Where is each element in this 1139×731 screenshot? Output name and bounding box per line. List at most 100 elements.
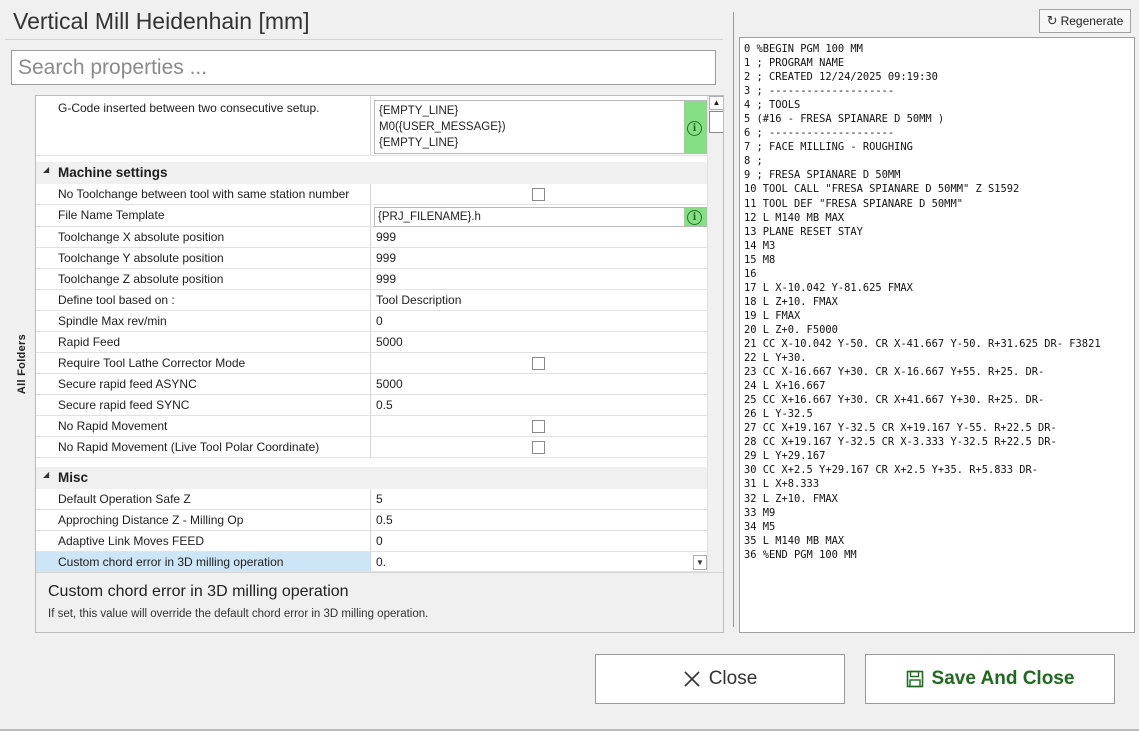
property-row[interactable]: Default Operation Safe Z 5 [36, 489, 707, 510]
close-button[interactable]: Close [595, 654, 845, 704]
property-label: Custom chord error in 3D milling operati… [36, 552, 371, 572]
property-value[interactable]: 999 [371, 248, 707, 269]
property-row[interactable]: Adaptive Link Moves FEED 0 [36, 531, 707, 552]
code-line: 5 (#16 - FRESA SPIANARE D 50MM ) [744, 113, 945, 126]
category-misc[interactable]: ◢ Misc [36, 467, 707, 489]
panel-splitter[interactable] [733, 12, 734, 627]
code-line: 10 TOOL CALL "FRESA SPIANARE D 50MM" Z S… [744, 183, 1020, 196]
property-grid: G-Code inserted between two consecutive … [35, 95, 724, 633]
property-row[interactable]: Toolchange Z absolute position 999 [36, 269, 707, 290]
property-label: Adaptive Link Moves FEED [36, 531, 371, 552]
code-line: 23 CC X-16.667 Y+30. CR X-16.667 Y+55. R… [744, 366, 1045, 379]
code-line: 7 ; FACE MILLING - ROUGHING [744, 141, 913, 154]
collapse-triangle-icon[interactable]: ◢ [43, 164, 49, 176]
property-row[interactable]: No Rapid Movement [36, 416, 707, 437]
no-toolchange-checkbox[interactable] [532, 188, 545, 201]
property-row-gcode-between-setup[interactable]: G-Code inserted between two consecutive … [36, 96, 707, 156]
property-label: Toolchange X absolute position [36, 227, 371, 248]
regenerate-label: Regenerate [1060, 14, 1124, 28]
close-label: Close [708, 668, 758, 689]
no-rapid-polar-checkbox[interactable] [532, 441, 545, 454]
property-grid-scrollbar[interactable]: ▲ [707, 96, 723, 572]
code-line: 0 %BEGIN PGM 100 MM [744, 43, 863, 55]
macro-helper-strip: i [684, 101, 706, 153]
property-value[interactable]: 5 [371, 489, 707, 510]
property-row[interactable]: Define tool based on : Tool Description [36, 290, 707, 311]
code-line: 6 ; -------------------- [744, 127, 895, 140]
property-row[interactable]: Toolchange Y absolute position 999 [36, 248, 707, 269]
collapse-triangle-icon[interactable]: ◢ [43, 469, 49, 481]
code-line: 15 M8 [744, 253, 776, 266]
save-and-close-button[interactable]: Save And Close [865, 654, 1115, 704]
code-line: 31 L X+8.333 [744, 478, 820, 491]
property-value [371, 353, 707, 374]
chevron-down-icon[interactable]: ▼ [693, 555, 707, 570]
property-value[interactable]: 5000 [371, 374, 707, 395]
property-row[interactable]: Secure rapid feed ASYNC 5000 [36, 374, 707, 395]
code-line: 14 M3 [744, 239, 776, 252]
property-label: G-Code inserted between two consecutive … [36, 96, 371, 156]
code-line: 30 CC X+2.5 Y+29.167 CR X+2.5 Y+35. R+5.… [744, 464, 1039, 477]
code-line: 16 [744, 267, 757, 280]
description-text: If set, this value will override the def… [48, 608, 429, 620]
property-row-selected[interactable]: Custom chord error in 3D milling operati… [36, 552, 707, 572]
property-value[interactable]: 0 [371, 311, 707, 332]
property-row[interactable]: No Rapid Movement (Live Tool Polar Coord… [36, 437, 707, 458]
property-row[interactable]: Approching Distance Z - Milling Op 0.5 [36, 510, 707, 531]
property-row[interactable]: Spindle Max rev/min 0 [36, 311, 707, 332]
chord-error-input[interactable]: 0. [371, 552, 707, 572]
property-value[interactable]: 0.5 [371, 395, 707, 416]
code-line: 34 M5 [744, 520, 776, 533]
property-label: Spindle Max rev/min [36, 311, 371, 332]
gcode-between-setup-textarea[interactable]: {EMPTY_LINE} M0({USER_MESSAGE}) {EMPTY_L… [374, 100, 707, 154]
search-input[interactable] [11, 50, 716, 85]
info-icon[interactable]: i [687, 210, 702, 225]
property-value[interactable]: 0 [371, 531, 707, 552]
nc-code-preview[interactable]: 0 %BEGIN PGM 100 MM 1 ; PROGRAM NAME 2 ; C… [739, 37, 1135, 633]
property-value[interactable]: 999 [371, 269, 707, 290]
property-row[interactable]: Secure rapid feed SYNC 0.5 [36, 395, 707, 416]
file-name-template-input[interactable]: {PRJ_FILENAME}.h i [374, 207, 707, 227]
lathe-corrector-checkbox[interactable] [532, 357, 545, 370]
property-label: File Name Template [36, 205, 371, 227]
property-label: No Rapid Movement [36, 416, 371, 437]
property-label: Toolchange Y absolute position [36, 248, 371, 269]
property-row[interactable]: No Toolchange between tool with same sta… [36, 184, 707, 205]
code-line: 35 L M140 MB MAX [744, 534, 845, 547]
code-line: 24 L X+16.667 [744, 380, 826, 393]
property-label: Secure rapid feed ASYNC [36, 374, 371, 395]
code-line: 25 CC X+16.667 Y+30. CR X+41.667 Y+30. R… [744, 394, 1045, 407]
code-line: 21 CC X-10.042 Y-50. CR X-41.667 Y-50. R… [744, 337, 1101, 350]
property-value[interactable]: 5000 [371, 332, 707, 353]
info-icon[interactable]: i [687, 121, 702, 136]
property-value[interactable]: 999 [371, 227, 707, 248]
category-machine-settings[interactable]: ◢ Machine settings [36, 162, 707, 184]
window-title: Vertical Mill Heidenhain [mm] [13, 8, 310, 34]
category-label: Misc [58, 470, 89, 485]
property-value[interactable]: Tool Description [371, 290, 707, 311]
title-divider [5, 39, 723, 40]
property-row[interactable]: File Name Template {PRJ_FILENAME}.h i [36, 205, 707, 227]
code-line: 27 CC X+19.167 Y-32.5 CR X+19.167 Y-55. … [744, 422, 1057, 435]
property-row[interactable]: Toolchange X absolute position 999 [36, 227, 707, 248]
property-row[interactable]: Rapid Feed 5000 [36, 332, 707, 353]
regenerate-button[interactable]: ↻ Regenerate [1039, 9, 1131, 33]
code-line: 12 L M140 MB MAX [744, 211, 845, 224]
refresh-icon: ↻ [1046, 13, 1058, 28]
code-line: 19 L FMAX [744, 309, 801, 322]
property-value[interactable]: 0.5 [371, 510, 707, 531]
code-line: 28 CC X+19.167 Y-32.5 CR X-3.333 Y-32.5 … [744, 436, 1057, 449]
scroll-up-icon[interactable]: ▲ [709, 96, 723, 110]
code-line: 1 ; PROGRAM NAME [744, 57, 845, 70]
category-label: Machine settings [58, 165, 168, 180]
no-rapid-movement-checkbox[interactable] [532, 420, 545, 433]
gcode-line: {EMPTY_LINE} [379, 105, 459, 117]
scroll-thumb[interactable] [709, 111, 723, 133]
code-line: 33 M9 [744, 506, 776, 519]
code-line: 9 ; FRESA SPIANARE D 50MM [744, 169, 901, 182]
all-folders-label: All Folders [16, 333, 28, 395]
description-title: Custom chord error in 3D milling operati… [48, 583, 349, 600]
property-rows: G-Code inserted between two consecutive … [36, 96, 707, 572]
property-row[interactable]: Require Tool Lathe Corrector Mode [36, 353, 707, 374]
all-folders-tab[interactable]: All Folders [11, 96, 33, 632]
